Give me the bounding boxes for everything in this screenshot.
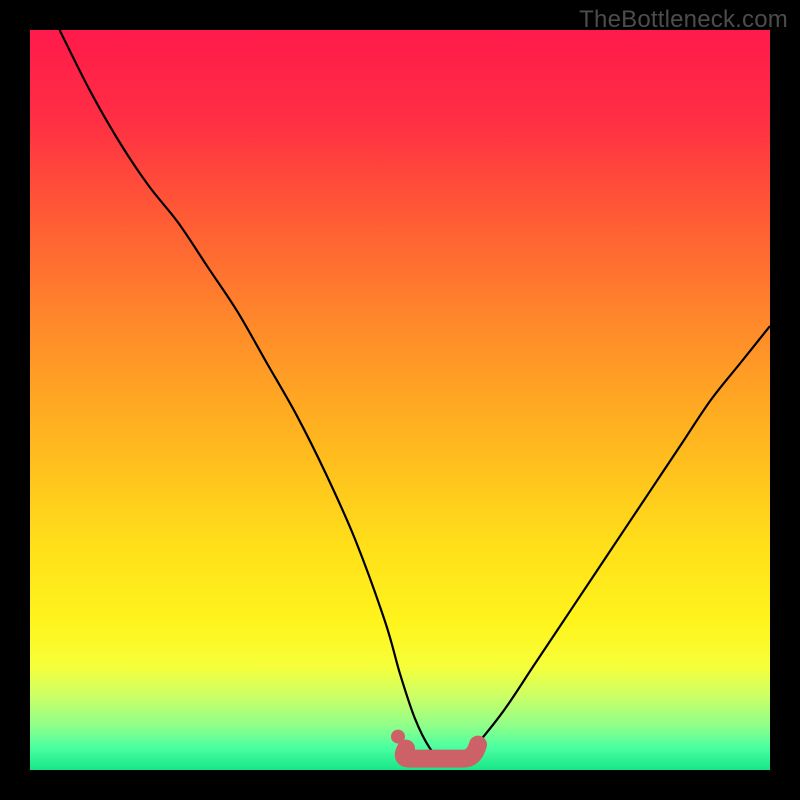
heat-gradient-bg bbox=[30, 30, 770, 770]
chart-frame: TheBottleneck.com bbox=[0, 0, 800, 800]
plot-area bbox=[30, 30, 770, 770]
bottleneck-chart bbox=[30, 30, 770, 770]
optimum-start-dot bbox=[391, 730, 405, 744]
